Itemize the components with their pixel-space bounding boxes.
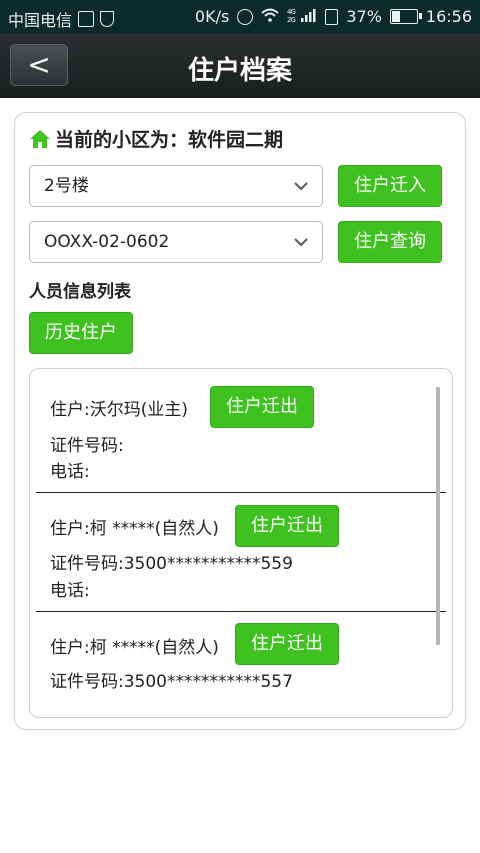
chevron-down-icon <box>294 182 308 191</box>
divider <box>36 611 446 612</box>
resident-name: 住户:柯 *****(自然人) <box>50 519 219 539</box>
scrollbar[interactable] <box>436 387 440 645</box>
clock: 16:56 <box>425 7 472 26</box>
page-title: 住户档案 <box>187 56 292 86</box>
signal-icon: 4G 2G <box>287 7 317 26</box>
battery-percent: 37% <box>346 7 382 26</box>
status-bar: 中国电信 0K/s 4G 2G 37% 16:56 <box>0 0 480 34</box>
resident-phone: 电话: <box>50 581 90 601</box>
query-button[interactable]: 住户查询 <box>338 221 442 263</box>
building-select[interactable]: 2号楼 <box>29 165 323 207</box>
wifi-icon <box>261 8 279 26</box>
house-icon <box>30 129 50 148</box>
move-in-button[interactable]: 住户迁入 <box>338 165 442 207</box>
resident-id: 证件号码: <box>50 436 124 456</box>
community-label: 当前的小区为：软件园二期 <box>55 129 284 151</box>
move-out-button[interactable]: 住户迁出 <box>235 505 339 547</box>
shield-icon <box>100 11 115 27</box>
list-heading: 人员信息列表 <box>29 282 131 302</box>
carrier-label: 中国电信 <box>8 11 73 30</box>
room-select[interactable]: OOXX-02-0602 <box>29 221 323 263</box>
title-bar: < 住户档案 <box>0 34 480 98</box>
image-icon <box>78 11 95 27</box>
network-speed: 0K/s <box>194 7 230 26</box>
sim-icon <box>325 8 339 25</box>
battery-icon <box>389 9 422 24</box>
move-out-button[interactable]: 住户迁出 <box>235 623 339 665</box>
resident-card: 当前的小区为：软件园二期 2号楼 住户迁入 OOXX-02-0602 住户查询 … <box>14 112 466 730</box>
alarm-icon <box>237 8 254 25</box>
move-out-button[interactable]: 住户迁出 <box>210 386 314 428</box>
divider <box>36 492 446 493</box>
svg-text:2G: 2G <box>287 16 295 23</box>
community-info: 当前的小区为：软件园二期 <box>29 125 283 152</box>
room-select-value: OOXX-02-0602 <box>44 232 170 252</box>
resident-phone: 电话: <box>50 462 90 482</box>
history-button[interactable]: 历史住户 <box>29 312 133 354</box>
resident-list[interactable]: 住户:沃尔玛(业主) 住户迁出 证件号码: 电话: 住户:柯 *****(自然人… <box>29 368 453 718</box>
svg-text:4G: 4G <box>287 8 295 16</box>
resident-id: 证件号码:3500***********557 <box>50 672 293 692</box>
building-select-value: 2号楼 <box>44 176 89 196</box>
resident-name: 住户:沃尔玛(业主) <box>50 400 188 420</box>
resident-id: 证件号码:3500***********559 <box>50 554 293 574</box>
resident-name: 住户:柯 *****(自然人) <box>50 638 219 658</box>
chevron-down-icon <box>294 238 308 247</box>
